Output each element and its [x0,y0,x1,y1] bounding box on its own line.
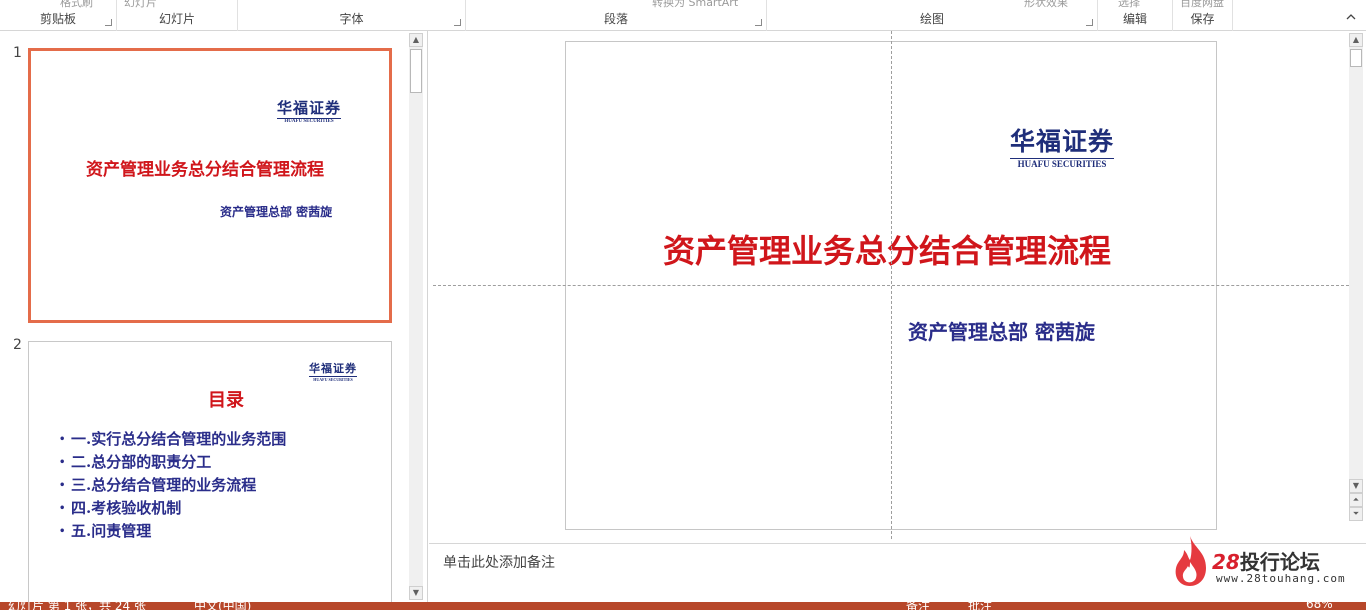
dialog-launcher-icon[interactable] [1086,19,1093,26]
ribbon-group-drawing: 绘图 [767,0,1098,31]
ribbon-group-slides: 幻灯片 [117,0,238,31]
ribbon-group-clipboard: 剪贴板 [0,0,117,31]
list-item: • 三.总分结合管理的业务流程 [59,476,257,494]
language-indicator[interactable]: 中文(中国) [194,602,251,610]
list-item: • 五.问责管理 [59,522,152,540]
logo-english: HUAFU SECURITIES [277,118,342,124]
slide-subtitle: 资产管理总部 密茜旋 [220,205,333,219]
list-item: • 四.考核验收机制 [59,499,182,517]
notes-toggle[interactable]: 备注 [906,602,930,610]
logo-chinese: 华福证券 [1010,127,1115,156]
horizontal-guide[interactable] [433,285,1349,286]
ribbon-group-label: 字体 [339,12,364,26]
slide-count: 幻灯片 第 1 张，共 24 张 [8,602,146,610]
logo-chinese: 华福证券 [309,362,357,375]
comments-toggle[interactable]: 批注 [968,602,992,610]
ribbon-group-label: 绘图 [919,12,944,26]
slide-thumbnail-pane: 1 华福证券 HUAFU SECURITIES 资产管理业务总分结合管理流程 资… [0,31,428,610]
thumbnail-number: 2 [13,337,22,353]
huafu-logo: 华福证券 HUAFU SECURITIES [309,360,357,382]
watermark-brand: 28投行论坛 [1212,550,1320,574]
scroll-up-icon[interactable]: ▲ [1349,33,1363,47]
editor-scrollbar[interactable]: ▲ ▼ ⏶ ⏷ [1349,33,1363,521]
ribbon-group-label: 保存 [1190,12,1215,26]
slide-title: 目录 [208,390,244,411]
scroll-down-icon[interactable]: ▼ [409,586,423,600]
ribbon-group-save: 保存 [1173,0,1233,31]
logo-chinese: 华福证券 [277,99,342,117]
huafu-logo: 华福证券 HUAFU SECURITIES [277,97,342,124]
ribbon-group-label: 编辑 [1122,12,1147,26]
scrollbar-thumb[interactable] [410,49,422,93]
list-item: • 一.实行总分结合管理的业务范围 [59,430,287,448]
ribbon-group-paragraph: 段落 [466,0,767,31]
watermark-url: www.28touhang.com [1216,572,1346,585]
ribbon-group-font: 字体 [238,0,466,31]
next-slide-icon[interactable]: ⏷ [1349,507,1363,521]
status-bar: 幻灯片 第 1 张，共 24 张 中文(中国) 备注 批注 68% [0,602,1366,610]
scroll-up-icon[interactable]: ▲ [409,33,423,47]
toc-list: • 一.实行总分结合管理的业务范围 • 二.总分部的职责分工 • 三.总分结合管理的业… [59,428,286,543]
thumbnail-number: 1 [13,45,22,61]
ribbon: 格式刷 幻灯片 转换为 SmartArt 形状效果 选择 百度网盘 剪贴板 幻灯… [0,0,1366,31]
dialog-launcher-icon[interactable] [755,19,762,26]
slide-editor: 华福证券 HUAFU SECURITIES 资产管理业务总分结合管理流程 资产管… [429,31,1366,544]
dialog-launcher-icon[interactable] [454,19,461,26]
zoom-level[interactable]: 68% [1306,602,1333,610]
chevron-up-icon[interactable] [1346,12,1356,22]
ribbon-group-label: 幻灯片 [158,12,195,26]
thumbnail-scrollbar[interactable]: ▲ ▼ [409,33,423,600]
notes-placeholder[interactable]: 单击此处添加备注 [443,552,555,572]
flame-icon [1175,536,1206,586]
watermark: 28投行论坛 www.28touhang.com [1170,534,1350,590]
ribbon-group-label: 段落 [603,12,628,26]
previous-slide-icon[interactable]: ⏶ [1349,493,1363,507]
dialog-launcher-icon[interactable] [105,19,112,26]
scroll-down-icon[interactable]: ▼ [1349,479,1363,493]
slide-thumbnail-1[interactable]: 华福证券 HUAFU SECURITIES 资产管理业务总分结合管理流程 资产管… [28,48,392,323]
list-item: • 二.总分部的职责分工 [59,453,212,471]
slide-title: 资产管理业务总分结合管理流程 [86,160,324,180]
slide-thumbnail-2[interactable]: 华福证券 HUAFU SECURITIES 目录 • 一.实行总分结合管理的业务范… [28,341,392,610]
logo-english: HUAFU SECURITIES [309,376,357,382]
logo-english: HUAFU SECURITIES [1010,158,1115,169]
huafu-logo[interactable]: 华福证券 HUAFU SECURITIES [1010,122,1115,169]
slide-title[interactable]: 资产管理业务总分结合管理流程 [663,226,1111,272]
ribbon-group-editing: 编辑 [1098,0,1173,31]
scrollbar-thumb[interactable] [1350,49,1362,67]
ribbon-group-label: 剪贴板 [39,12,76,26]
slide-subtitle[interactable]: 资产管理总部 密茜旋 [908,316,1095,345]
